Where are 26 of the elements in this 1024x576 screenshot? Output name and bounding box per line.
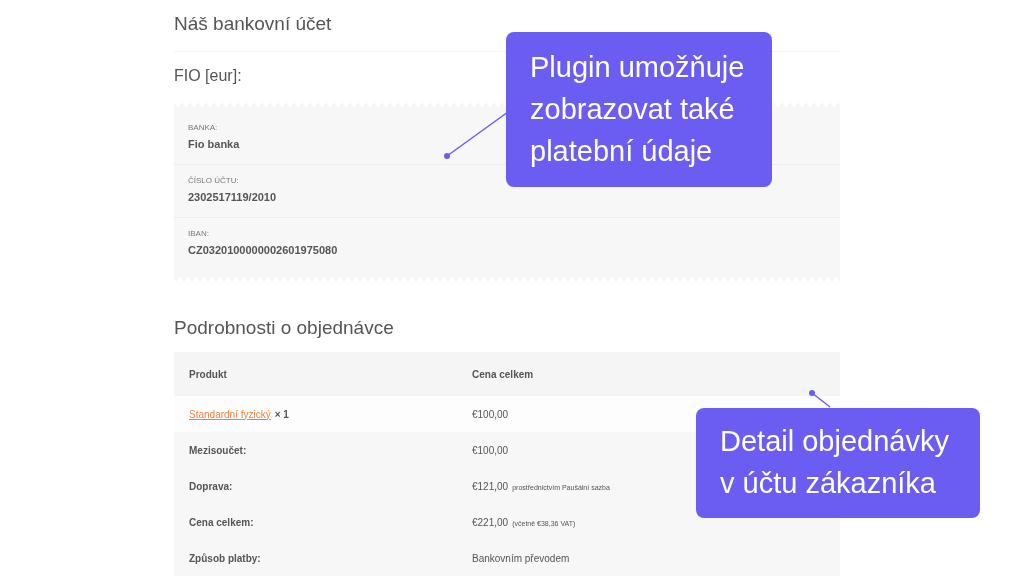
row-label: Doprava:	[189, 479, 233, 494]
row-label: Mezisoučet:	[189, 443, 247, 458]
section-heading: Podrobnosti o objednávce	[174, 315, 395, 340]
section-heading: Náš bankovní účet	[174, 12, 333, 36]
price: €121,00	[472, 479, 509, 494]
price: €100,00	[472, 443, 509, 458]
field-value: Fio banka	[188, 136, 240, 152]
field-value: CZ0320100000002601975080	[188, 242, 338, 258]
callout: Detail objednávky v účtu zákazníka	[696, 408, 980, 518]
field-label: BANKA:	[188, 121, 219, 134]
callout: Plugin umožňuje zobrazovat také platební údaje	[506, 32, 772, 187]
field-label: IBAN:	[188, 227, 210, 240]
field-value: 2302517119/2010	[188, 189, 277, 205]
price: Bankovním převodem	[472, 551, 570, 566]
column-header: Cena celkem	[471, 367, 534, 382]
price: €100,00	[472, 407, 509, 422]
field-label: ČÍSLO ÚČTU:	[188, 174, 240, 187]
account-name: FIO [eur]:	[174, 65, 242, 86]
leader-line	[809, 390, 831, 408]
row-label: Způsob platby:	[189, 551, 261, 566]
price: €221,00	[472, 515, 509, 530]
row-label: Cena celkem:	[189, 515, 254, 530]
product-link[interactable]: Standardní fyzický	[189, 406, 271, 422]
quantity: × 1	[274, 407, 289, 422]
column-header: Produkt	[188, 367, 228, 382]
leader-line	[444, 111, 509, 159]
